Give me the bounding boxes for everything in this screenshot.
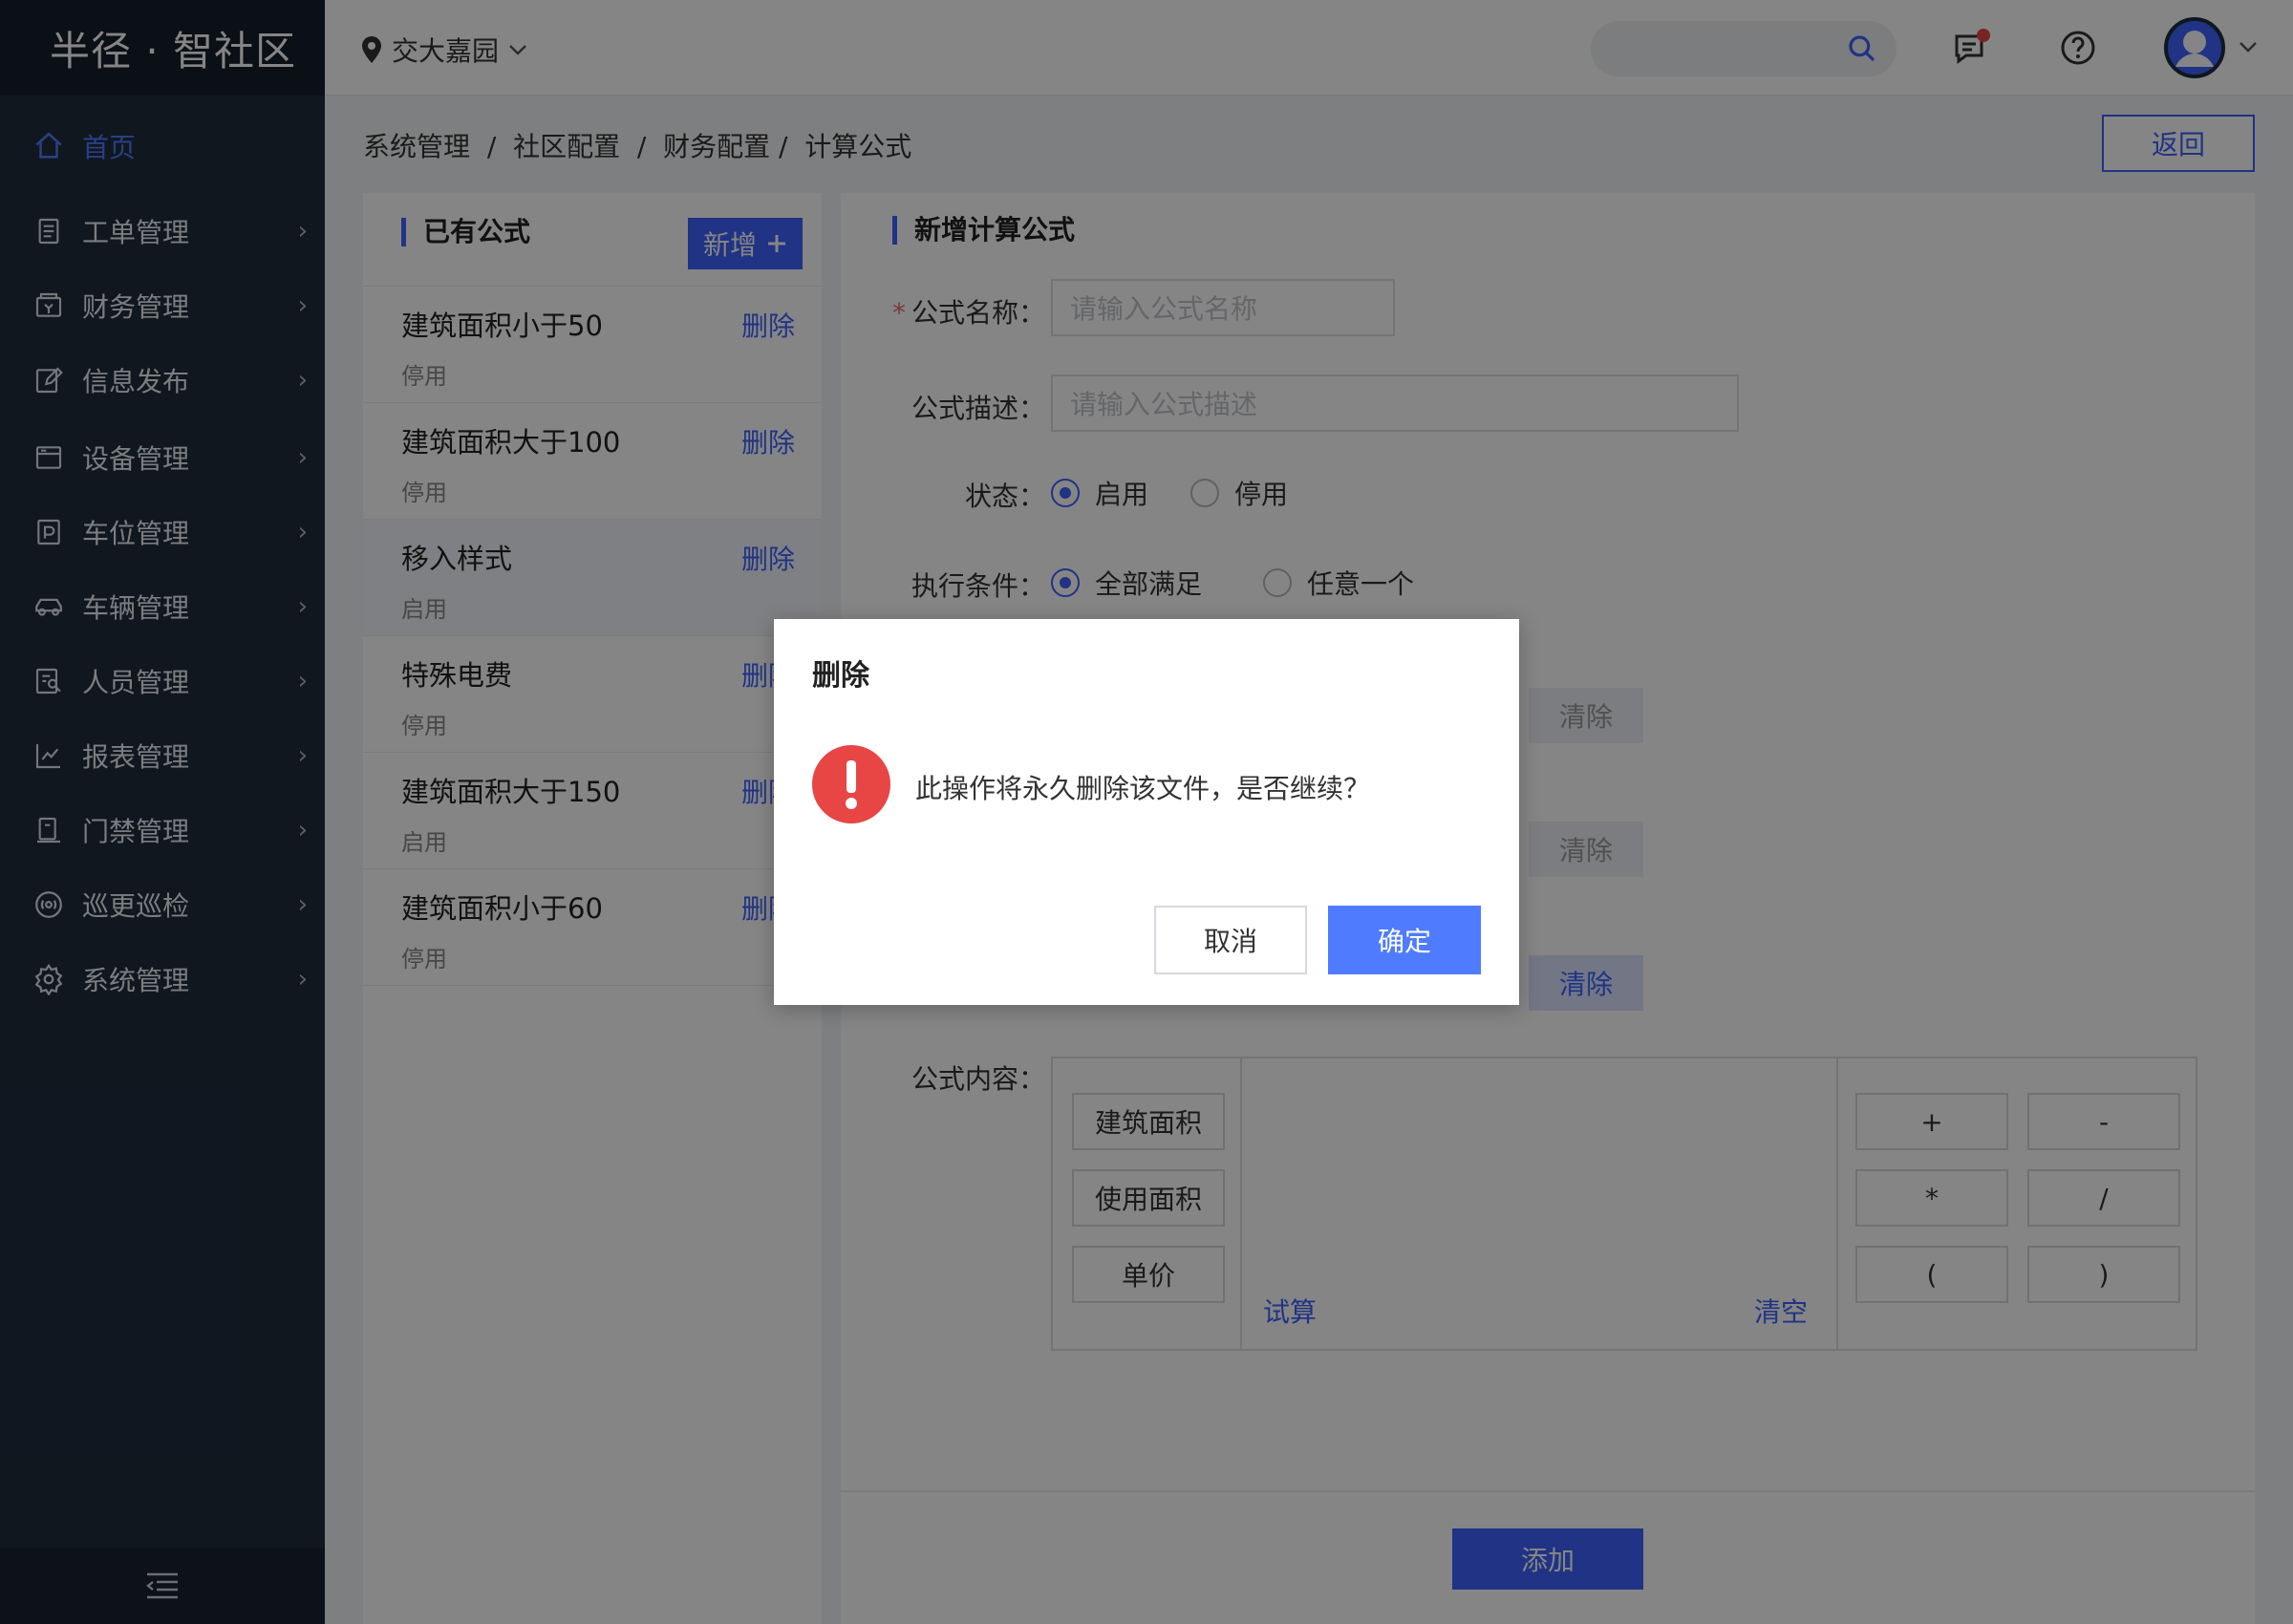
delete-confirm-dialog: 删除 此操作将永久删除该文件，是否继续？ 取消 确定 [774, 619, 1519, 1005]
dialog-title: 删除 [812, 659, 869, 693]
confirm-button[interactable]: 确定 [1328, 906, 1481, 974]
warning-icon [812, 745, 890, 823]
cancel-button[interactable]: 取消 [1154, 906, 1307, 974]
dialog-message: 此操作将永久删除该文件，是否继续？ [915, 773, 1371, 804]
